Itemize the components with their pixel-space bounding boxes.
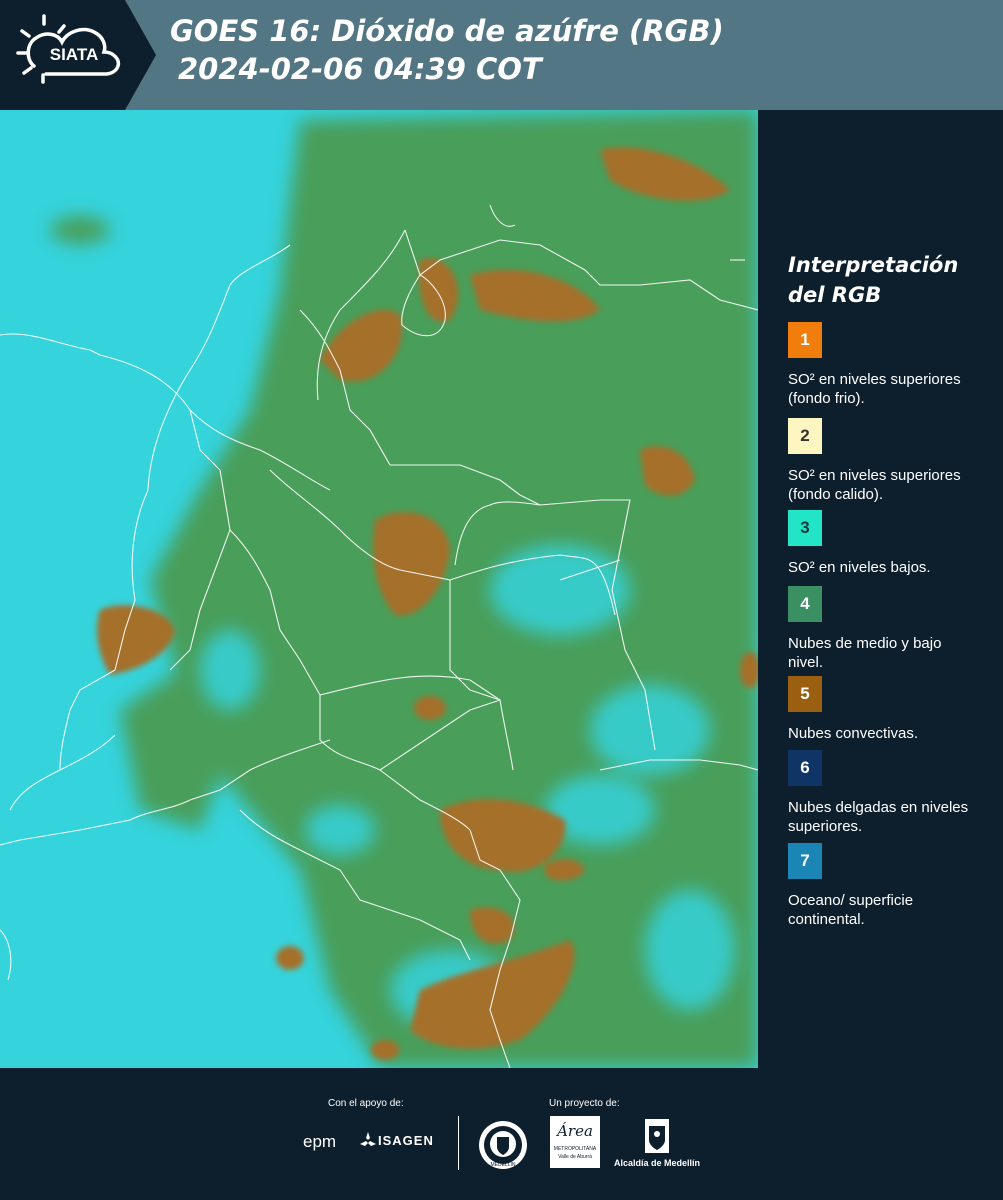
legend-item-1: 1 SO² en niveles superiores (fondo frio)…	[788, 322, 988, 408]
legend-swatch: 2	[788, 418, 822, 454]
legend-item-3: 3 SO² en niveles bajos.	[788, 510, 988, 577]
footer-divider	[458, 1116, 459, 1170]
legend-swatch: 6	[788, 750, 822, 786]
support-label: Con el apoyo de:	[328, 1098, 404, 1109]
legend-item-text: SO² en niveles bajos.	[788, 559, 931, 576]
legend-swatch: 7	[788, 843, 822, 879]
page-title: GOES 16: Dióxido de azúfre (RGB) 2024-02…	[170, 12, 724, 88]
area-logo-sub2: Valle de Aburrá	[558, 1154, 592, 1160]
legend-item-text: Nubes de medio y bajo nivel.	[788, 635, 942, 671]
legend-item-2: 2 SO² en niveles superiores (fondo calid…	[788, 418, 988, 504]
title-line-1: GOES 16: Dióxido de azúfre (RGB)	[170, 14, 724, 48]
alcaldia-medellin-logo: Alcaldía de Medellín	[612, 1118, 702, 1172]
project-label: Un proyecto de:	[549, 1098, 620, 1109]
area-logo-sub1: METROPOLITANA	[553, 1146, 597, 1152]
alcaldia-text: Alcaldía de Medellín	[613, 1158, 701, 1168]
isagen-icon	[360, 1132, 376, 1146]
epm-logo: epm	[303, 1132, 337, 1151]
isagen-text: ISAGEN	[378, 1133, 434, 1148]
legend-swatch: 1	[788, 322, 822, 358]
legend-item-text: SO² en niveles superiores (fondo frio).	[788, 371, 961, 407]
footer-bar: Con el apoyo de: Un proyecto de: epm ISA…	[0, 1068, 1003, 1200]
legend-item-text: Nubes convectivas.	[788, 725, 919, 742]
legend-title-line-2: del RGB	[788, 283, 882, 307]
legend-swatch: 5	[788, 676, 822, 712]
alcaldia-crest-icon	[645, 1119, 669, 1153]
legend-title: Interpretación del RGB	[788, 250, 988, 310]
legend-panel: Interpretación del RGB 1 SO² en niveles …	[758, 110, 1003, 1068]
medellin-seal: MEDELLÍN	[478, 1120, 528, 1175]
legend-item-text: SO² en niveles superiores (fondo calido)…	[788, 467, 961, 503]
siata-logo-text: SIATA	[50, 45, 98, 64]
legend-item-4: 4 Nubes de medio y bajo nivel.	[788, 586, 988, 672]
legend-item-text: Oceano/ superficie continental.	[788, 892, 914, 928]
legend-swatch: 4	[788, 586, 822, 622]
legend-item-7: 7 Oceano/ superficie continental.	[788, 843, 988, 929]
siata-logo: SIATA	[0, 0, 156, 110]
legend-item-text: Nubes delgadas en niveles superiores.	[788, 799, 969, 835]
svg-text:MEDELLÍN: MEDELLÍN	[490, 1161, 515, 1168]
area-metropolitana-logo: Área METROPOLITANA Valle de Aburrá	[550, 1116, 600, 1168]
title-line-2: 2024-02-06 04:39 COT	[178, 52, 542, 86]
legend-item-5: 5 Nubes convectivas.	[788, 676, 988, 743]
legend-title-line-1: Interpretación	[788, 253, 959, 277]
satellite-map	[0, 110, 758, 1068]
legend-swatch: 3	[788, 510, 822, 546]
header-bar: SIATA GOES 16: Dióxido de azúfre (RGB) 2…	[0, 0, 1003, 110]
legend-item-6: 6 Nubes delgadas en niveles superiores.	[788, 750, 988, 836]
area-logo-text: Área	[557, 1122, 593, 1140]
